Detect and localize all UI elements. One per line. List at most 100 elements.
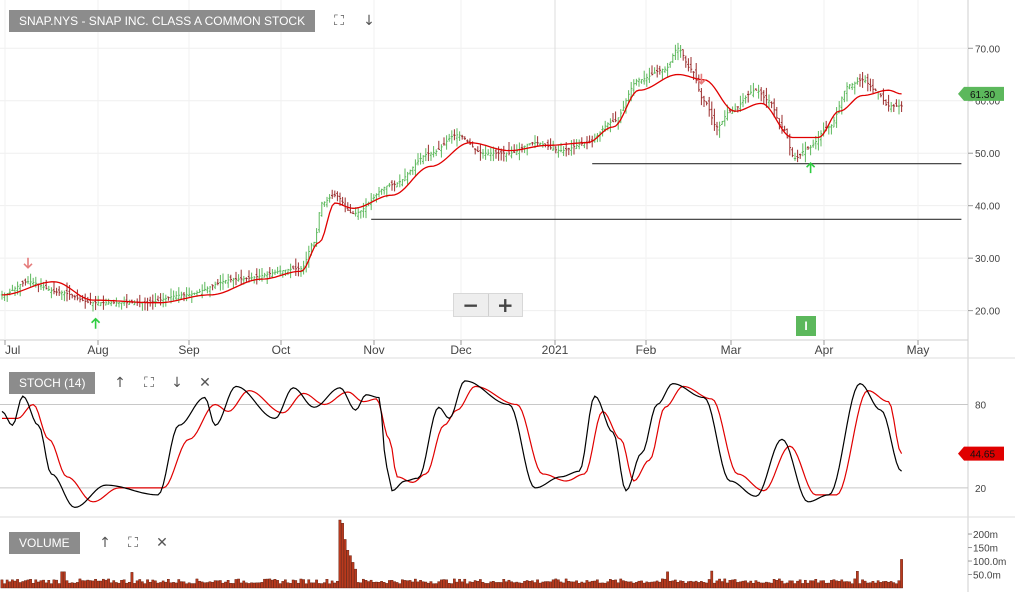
volume-bar [640,580,643,589]
volume-bar [8,581,12,589]
volume-bar [346,550,350,589]
price-y-tick-label: 70.00 [975,44,1000,55]
volume-bar [700,581,703,589]
volume-bar [190,583,194,589]
volume-bar [18,582,22,589]
volume-bar [104,579,108,589]
volume-bar [369,579,373,589]
volume-bar [741,580,745,589]
volume-bar [848,581,851,589]
volume-bar [648,582,651,589]
info-badge[interactable]: I [796,316,816,336]
volume-bar [39,580,43,589]
volume-bar [42,579,45,589]
volume-bar [525,580,529,589]
volume-bar [278,583,282,589]
volume-bar [55,579,58,589]
volume-bar [205,582,209,589]
volume-bar [479,579,482,589]
volume-bar [798,579,802,589]
volume-bar [666,571,669,589]
expand-icon[interactable]: ⛶ [330,12,348,30]
volume-bar [237,578,240,589]
volume-bar [520,582,524,589]
volume-bar [468,581,472,589]
price-y-tick-label: 50.00 [975,149,1000,160]
volume-bar [421,581,425,589]
volume-bar [767,582,771,589]
arrow-down-icon[interactable]: ↓ [360,12,378,30]
volume-bar [559,581,563,589]
volume-bar [661,578,664,589]
volume-bar [655,580,659,589]
volume-bar [606,581,610,589]
volume-bar [869,582,872,589]
volume-bar [900,559,903,589]
stoch-panel-title[interactable]: STOCH (14) [9,372,96,394]
volume-bar [65,580,69,589]
volume-bar [5,579,9,589]
volume-bar [765,581,768,589]
volume-bar [375,581,378,589]
volume-bar [811,580,815,589]
volume-bar [785,582,789,589]
volume-bar [507,579,511,589]
volume-bar [814,578,818,589]
volume-bar [166,579,170,589]
volume-panel-title[interactable]: VOLUME [9,532,80,554]
volume-bar [112,580,116,589]
arrow-down-icon[interactable]: ↓ [168,374,186,392]
volume-bar [557,579,560,589]
volume-bar [858,583,862,589]
volume-bar [276,580,279,589]
volume-bar [252,582,256,589]
volume-bar [590,580,594,589]
volume-bar [541,581,545,589]
volume-bar [609,579,612,589]
volume-bar [497,582,500,589]
volume-bar [291,579,295,589]
x-tick-label: Sep [178,343,200,357]
volume-bar [265,578,269,589]
zoom-in-button[interactable]: + [489,294,523,316]
volume-bar [824,582,828,589]
volume-bar [315,579,318,589]
close-icon[interactable]: ✕ [153,534,171,552]
volume-bar [632,582,636,589]
volume-bar [380,581,383,589]
volume-bar [325,579,329,589]
volume-bar [874,582,877,589]
volume-bar [37,581,40,589]
volume-bar [876,580,880,589]
volume-bar [611,580,615,589]
volume-bar [151,579,155,589]
volume-bar [161,580,165,589]
volume-bar [889,581,893,589]
x-tick-label: Mar [721,343,742,357]
volume-bar [393,581,396,589]
volume-bar [310,582,313,589]
volume-bar [109,582,113,589]
volume-bar [702,582,706,589]
volume-bar [416,581,420,589]
volume-bar [863,580,867,589]
volume-bar [572,581,576,589]
volume-bar [52,579,56,589]
price-panel-title[interactable]: SNAP.NYS - SNAP INC. CLASS A COMMON STOC… [9,10,316,32]
volume-bar [211,582,214,589]
arrow-up-icon[interactable]: ↑ [111,374,129,392]
volume-bar [447,583,451,589]
expand-icon[interactable]: ⛶ [140,374,158,392]
volume-bar [492,581,495,589]
volume-bar [289,583,292,589]
arrow-up-icon[interactable]: ↑ [96,534,114,552]
volume-bar [832,579,836,589]
volume-bar [502,579,506,589]
close-icon[interactable]: ✕ [196,374,214,392]
volume-bar [427,582,430,589]
volume-bar [255,582,259,589]
expand-icon[interactable]: ⛶ [124,534,142,552]
volume-bar [752,583,755,589]
volume-bar [759,582,763,589]
zoom-out-button[interactable]: − [454,294,489,316]
